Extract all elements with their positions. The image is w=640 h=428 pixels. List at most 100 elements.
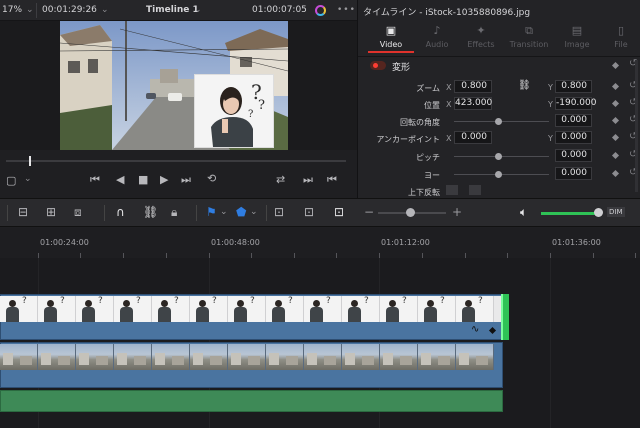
lock-icon[interactable]: 🔒︎ [171, 205, 177, 220]
thumbnail: ? [380, 296, 418, 322]
marker-icon[interactable]: ⬟ [236, 205, 246, 219]
svg-text:?: ? [258, 98, 265, 113]
keyframe-diamond-icon[interactable] [611, 116, 620, 125]
chevron-down-icon[interactable]: ⌄ [101, 5, 109, 15]
clip-trim-handle[interactable] [501, 294, 509, 340]
scrubber-track[interactable] [6, 160, 346, 162]
speaker-icon[interactable]: 🔈︎ [520, 205, 527, 220]
tab-transition[interactable]: ⧉ Transition [506, 24, 552, 49]
thumbnail: ? [114, 296, 152, 322]
zoom-chevron-icon[interactable]: ⌄ [26, 5, 34, 15]
zoom-x-axis: X [446, 83, 452, 92]
thumbnail [228, 344, 266, 370]
position-label: 位置 [424, 101, 440, 110]
keyframe-diamond-icon[interactable] [611, 169, 620, 178]
volume-slider[interactable] [541, 212, 599, 215]
tab-image[interactable]: ▤ Image [554, 24, 600, 49]
match-frame-icon[interactable]: ⇄ [276, 173, 285, 186]
zoom-in-icon[interactable]: + [452, 205, 462, 219]
thumbnail [114, 344, 152, 370]
viewer-crop-icon[interactable]: ▢ [6, 174, 16, 187]
loop-icon[interactable]: ⟲ [207, 172, 216, 185]
transform-toggle[interactable] [370, 61, 386, 70]
rotation-field[interactable]: 0.000 [555, 114, 592, 127]
thumbnail: ? [190, 296, 228, 322]
divider [104, 205, 105, 221]
active-tab-indicator [368, 51, 414, 53]
zoom-y-axis: Y [548, 83, 553, 92]
tab-audio[interactable]: ♪ Audio [414, 24, 460, 49]
custom-zoom-icon[interactable]: ⊡ [334, 205, 344, 219]
anchor-y-field[interactable]: 0.000 [555, 131, 592, 144]
play-icon[interactable]: ▶ [160, 173, 168, 186]
timeline-name[interactable]: Timeline 1 [146, 5, 199, 15]
thumbnail: ? [228, 296, 266, 322]
position-y-axis: Y [548, 100, 553, 109]
flip-horizontal-button[interactable] [446, 185, 458, 195]
keyframe-diamond-icon[interactable] [611, 99, 620, 108]
thumbnail [152, 344, 190, 370]
flag-chevron-icon[interactable]: ⌄ [220, 207, 228, 217]
keyframe-diamond-icon[interactable] [611, 61, 620, 70]
volume-slider-knob[interactable] [594, 208, 603, 217]
position-x-field[interactable]: 423.000 [454, 97, 492, 110]
insert-clip-icon[interactable]: ⊞ [46, 205, 56, 219]
rotation-slider-knob[interactable] [495, 118, 502, 125]
yaw-field[interactable]: 0.000 [555, 167, 592, 180]
pitch-slider-knob[interactable] [495, 153, 502, 160]
full-extent-zoom-icon[interactable]: ⊡ [274, 205, 284, 219]
tab-effects[interactable]: ✦ Effects [458, 24, 504, 49]
snapping-icon[interactable]: ∩ [116, 205, 125, 219]
scrubber-playhead[interactable] [29, 156, 31, 166]
zoom-out-icon[interactable]: − [364, 205, 374, 219]
tab-video[interactable]: ▣ Video [368, 24, 414, 49]
go-to-end-icon[interactable]: ⏭ [181, 173, 191, 187]
zoom-y-field[interactable]: 0.800 [555, 80, 592, 93]
detail-zoom-icon[interactable]: ⊡ [304, 205, 314, 219]
pitch-label: ピッチ [416, 153, 440, 162]
zoom-level[interactable]: 17% [2, 5, 22, 15]
color-wheel-icon[interactable] [315, 5, 326, 16]
transition-icon: ⧉ [525, 24, 533, 37]
picture-in-picture-overlay[interactable]: ? ? ? [194, 74, 274, 148]
keyframe-diamond-icon[interactable] [611, 82, 620, 91]
timeline-ruler[interactable]: 01:00:24:00 01:00:48:00 01:01:12:00 01:0… [0, 228, 640, 258]
pitch-field[interactable]: 0.000 [555, 149, 592, 162]
thumbnail [0, 344, 38, 370]
more-options-icon[interactable]: ••• [337, 5, 356, 15]
stop-icon[interactable]: ■ [138, 173, 148, 186]
overwrite-clip-icon[interactable]: ⊟ [18, 205, 28, 219]
zoom-x-field[interactable]: 0.800 [454, 80, 492, 93]
dim-button[interactable]: DIM [607, 207, 625, 217]
section-title: 変形 [392, 63, 411, 73]
flag-icon[interactable]: ⚑ [206, 205, 217, 219]
previous-edit-icon[interactable]: ⏮ [327, 173, 337, 187]
inspector-scrollbar[interactable] [635, 60, 638, 192]
yaw-slider-knob[interactable] [495, 171, 502, 178]
ruler-timecode: 01:01:12:00 [381, 238, 430, 247]
zoom-slider-knob[interactable] [406, 208, 415, 217]
curve-keyframe-icon[interactable]: ∿ [471, 324, 479, 335]
timeline-toolbar: ⊟ ⊞ ⧈ ∩ ⛓ 🔒︎ ⚑ ⌄ ⬟ ⌄ ⊡ ⊡ ⊡ − + 🔈︎ DIM [0, 198, 640, 227]
linked-selection-icon[interactable]: ⛓ [143, 205, 158, 219]
thumbnail [380, 344, 418, 370]
tab-file[interactable]: ▯ File [598, 24, 640, 49]
link-icon[interactable]: ⛓ [518, 80, 531, 91]
position-y-field[interactable]: -190.000 [555, 97, 596, 110]
anchor-x-field[interactable]: 0.000 [454, 131, 492, 144]
thumbnail [418, 344, 456, 370]
thumbnail [266, 344, 304, 370]
next-edit-icon[interactable]: ⏭ [303, 173, 313, 187]
timeline-chevron-icon[interactable]: ⌄ [194, 5, 202, 15]
keyframe-diamond-icon[interactable] [611, 151, 620, 160]
go-to-start-icon[interactable]: ⏮ [90, 173, 100, 187]
play-reverse-icon[interactable]: ◀ [116, 173, 124, 186]
flip-vertical-button[interactable] [469, 185, 481, 195]
thumbnail: ? [38, 296, 76, 322]
audio-clip[interactable] [0, 390, 503, 412]
keyframe-diamond-icon[interactable] [611, 133, 620, 142]
crop-chevron-icon[interactable]: ⌄ [24, 174, 32, 184]
marker-chevron-icon[interactable]: ⌄ [250, 207, 258, 217]
replace-clip-icon[interactable]: ⧈ [74, 205, 82, 220]
clip-thumbnails [0, 344, 501, 370]
